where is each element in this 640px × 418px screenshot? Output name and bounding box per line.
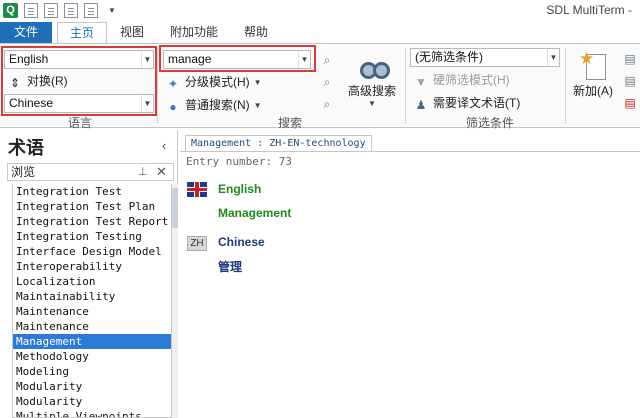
term-list-item[interactable]: Integration Testing [13, 229, 171, 244]
fuzzy-search-icon: ✦ [167, 77, 179, 91]
search-group-label: 搜索 [277, 116, 302, 130]
delete-entry-icon[interactable]: ▤ [622, 96, 638, 110]
term-list-item[interactable]: Multiple Viewpoints [13, 409, 171, 417]
zh-language-badge: ZH [187, 236, 207, 251]
open-document-icon[interactable] [44, 3, 58, 18]
uk-flag-icon [187, 182, 207, 197]
term-list-item[interactable]: Integration Test Plan [13, 199, 171, 214]
term-list-item[interactable]: Interoperability [13, 259, 171, 274]
group-divider [157, 48, 158, 124]
normal-search-icon: ● [169, 100, 177, 114]
ribbon: English ▼ ⇕ 对换(R) Chinese ▼ 语言 manage ▼ ⌕… [0, 43, 640, 130]
target-term[interactable]: 管理 [218, 258, 242, 275]
save-icon[interactable] [64, 3, 78, 18]
entry-number: Entry number: 73 [186, 155, 292, 168]
window-title: SDL MultiTerm - [546, 3, 632, 17]
normal-search-label: 普通搜索(N) [185, 98, 250, 112]
tab-home[interactable]: 主页 [57, 22, 107, 44]
new-entry-icon: ★ [577, 50, 609, 80]
source-term[interactable]: Management [218, 206, 291, 220]
language-highlight-box [1, 46, 157, 116]
group-divider [565, 48, 566, 124]
tab-help[interactable]: 帮助 [236, 22, 276, 44]
funnel-icon: ▼ [415, 75, 427, 89]
term-list-item[interactable]: Modeling [13, 364, 171, 379]
term-list-item[interactable]: Interface Design Model [13, 244, 171, 259]
customize-toolbar-dropdown-icon[interactable]: ▼ [108, 6, 116, 15]
term-list-item[interactable]: Maintainability [13, 289, 171, 304]
need-translation-button[interactable]: ♟ 需要译文术语(T) [414, 94, 521, 112]
source-language-label: English [218, 182, 262, 196]
new-document-icon[interactable] [24, 3, 38, 18]
chevron-down-icon: ▼ [253, 78, 262, 87]
binoculars-icon[interactable]: ⌕ [319, 75, 335, 89]
fuzzy-search-button[interactable]: ✦ 分级模式(H) ▼ [166, 73, 262, 91]
advanced-search-button[interactable]: 高级搜索 ▼ [344, 50, 400, 108]
term-list-item[interactable]: Modularity [13, 379, 171, 394]
tab-view[interactable]: 视图 [110, 22, 154, 44]
filter-group-label: 筛选条件 [465, 116, 514, 130]
group-divider [405, 48, 406, 124]
search-highlight-box [159, 45, 316, 72]
close-icon[interactable]: ✕ [156, 164, 167, 180]
term-list-item[interactable]: Management [13, 334, 171, 349]
term-list-item[interactable]: Maintenance [13, 304, 171, 319]
normal-search-button[interactable]: ● 普通搜索(N) ▼ [166, 96, 262, 114]
pin-icon[interactable]: ⊥ [138, 165, 148, 178]
binoculars-icon[interactable]: ⌕ [319, 97, 335, 111]
chevron-down-icon[interactable]: ▼ [547, 49, 559, 66]
browse-header: 浏览 [7, 163, 174, 181]
scrollbar-thumb[interactable] [172, 188, 178, 228]
term-list-item[interactable]: Localization [13, 274, 171, 289]
language-group-label: 语言 [67, 116, 92, 130]
term-list-item[interactable]: Integration Test Report [13, 214, 171, 229]
multiterm-logo-icon: Q [3, 3, 18, 18]
person-icon: ♟ [415, 98, 427, 112]
fuzzy-search-label: 分级模式(H) [185, 75, 250, 89]
collapse-panel-icon[interactable]: ‹ [162, 138, 166, 153]
binoculars-icon[interactable]: ⌕ [319, 53, 335, 67]
entry-view: Management : ZH-EN-technology Entry numb… [180, 130, 640, 418]
entry-tab[interactable]: Management : ZH-EN-technology [185, 135, 372, 151]
term-list[interactable]: Integration Test Integration Test Plan Int… [12, 184, 172, 418]
add-entry-button[interactable]: ★ 新加(A) [568, 50, 618, 99]
filter-select[interactable]: (无筛选条件) ▼ [410, 48, 560, 67]
print-icon[interactable] [84, 3, 98, 18]
hard-filter-label: 硬筛选模式(H) [433, 73, 510, 87]
hard-filter-button[interactable]: ▼ 硬筛选模式(H) [414, 71, 510, 89]
tab-divider [180, 151, 640, 152]
title-bar: Q ▼ SDL MultiTerm - [0, 0, 640, 22]
term-list-item[interactable]: Maintenance [13, 319, 171, 334]
chevron-down-icon: ▼ [368, 99, 376, 108]
target-language-label: Chinese [218, 235, 265, 249]
need-translation-label: 需要译文术语(T) [433, 96, 521, 110]
binoculars-icon [356, 50, 390, 80]
panel-title: 术语 [8, 138, 44, 158]
edit-entry-icon[interactable]: ▤ [622, 52, 638, 66]
term-list-item[interactable]: Integration Test [13, 184, 171, 199]
tab-addins[interactable]: 附加功能 [162, 22, 226, 44]
add-entry-label: 新加(A) [573, 84, 613, 98]
chevron-down-icon: ▼ [253, 101, 262, 110]
copy-entry-icon[interactable]: ▤ [622, 74, 638, 88]
browse-label: 浏览 [11, 165, 36, 179]
filter-value: (无筛选条件) [415, 50, 483, 64]
term-list-item[interactable]: Modularity [13, 394, 171, 409]
advanced-search-label: 高级搜索 [347, 84, 396, 98]
term-list-item[interactable]: Methodology [13, 349, 171, 364]
ribbon-tabs: 文件 主页 视图 附加功能 帮助 [0, 22, 640, 44]
termbase-panel: 术语 ‹ 浏览 ⊥ ✕ Integration Test Integration … [0, 130, 178, 418]
tab-file[interactable]: 文件 [0, 22, 52, 44]
